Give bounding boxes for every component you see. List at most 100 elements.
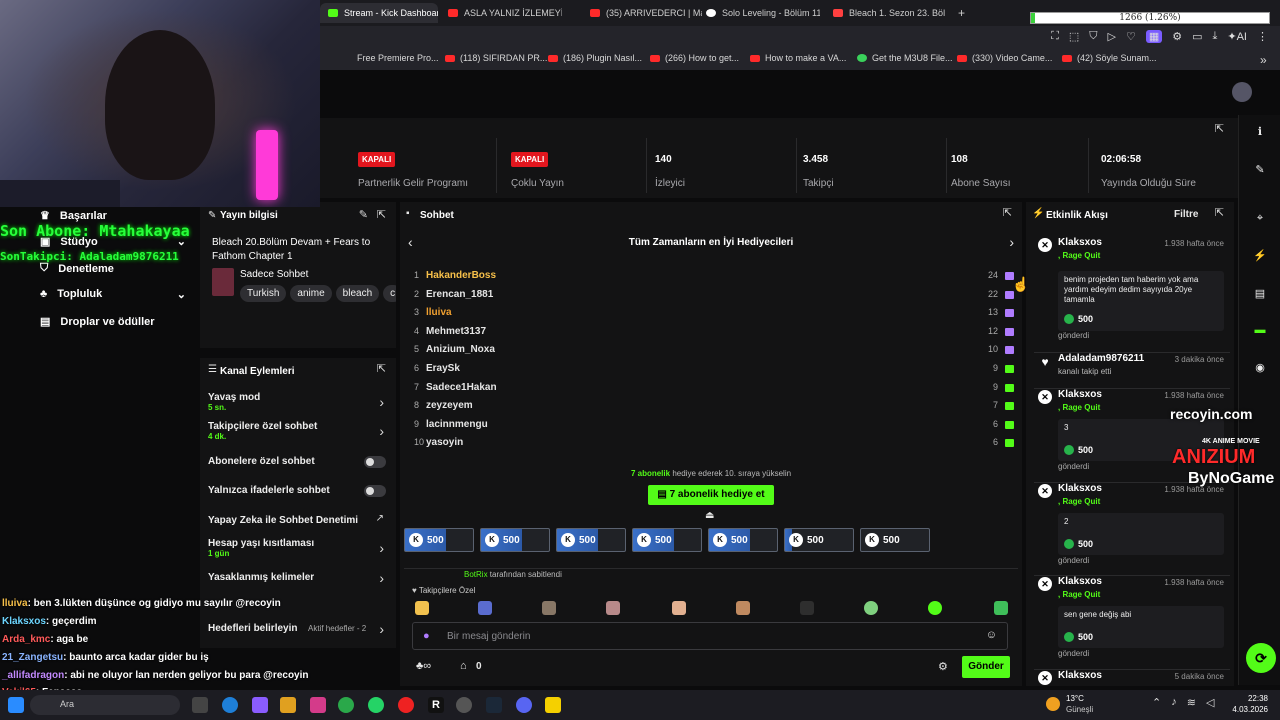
expand-icon[interactable]: ⇱ <box>1215 206 1224 219</box>
users-icon[interactable]: ♣∞ <box>416 660 431 672</box>
emote[interactable] <box>864 601 878 615</box>
edit-icon[interactable]: ✎ <box>1251 161 1269 179</box>
support-icon[interactable]: ⟳ <box>1246 643 1276 673</box>
bookmarks-more-button[interactable]: » <box>1260 53 1267 67</box>
bookmark-item[interactable]: (118) SIFIRDAN PR... <box>445 53 547 63</box>
gifter-row[interactable]: 2 Erencan_1881 22 <box>414 289 1014 305</box>
notes-icon[interactable] <box>545 697 561 713</box>
activity-user[interactable]: Klaksxos <box>1058 576 1102 587</box>
shield-icon[interactable]: ⛉ <box>1089 30 1097 43</box>
ai-moderation-row[interactable]: Yapay Zeka ile Sohbet Denetimi ↗ <box>208 513 396 531</box>
slow-mode-row[interactable]: Yavaş mod 5 sn. › <box>208 392 396 418</box>
subscribers-only-toggle[interactable] <box>364 456 386 468</box>
chevron-right-icon[interactable]: › <box>1009 234 1014 250</box>
info-icon[interactable]: ℹ <box>1251 123 1269 141</box>
activity-user[interactable]: Adaladam9876211 <box>1058 353 1144 364</box>
banned-words-row[interactable]: Yasaklanmış kelimeler › <box>208 570 396 588</box>
task-view-icon[interactable] <box>192 697 208 713</box>
emote[interactable] <box>800 601 814 615</box>
tag[interactable]: bleach <box>335 285 380 302</box>
goals-row[interactable]: Hedefleri belirleyin Aktif hedefler - 2 … <box>208 621 396 639</box>
instagram-icon[interactable] <box>310 697 326 713</box>
emote[interactable] <box>736 601 750 615</box>
followers-only-row[interactable]: Takipçilere özel sohbet 4 dk. › <box>208 421 396 447</box>
bolt-icon[interactable]: ⚡ <box>1251 247 1269 265</box>
account-age-row[interactable]: Hesap yaşı kısıtlaması 1 gün › <box>208 538 396 564</box>
emote[interactable] <box>478 601 492 615</box>
focus-icon[interactable]: ⌖ <box>1251 209 1269 227</box>
bookmark-item[interactable]: (186) Plugin Nasıl... <box>548 53 642 63</box>
gifter-row[interactable]: 8 zeyzeyem 7 <box>414 400 1014 416</box>
windows-start-icon[interactable] <box>8 697 24 713</box>
chat-input[interactable]: ● Bir mesaj gönderin ☺ <box>412 622 1008 650</box>
edge-icon[interactable] <box>222 697 238 713</box>
broadcast-icon[interactable]: ◉ <box>1251 359 1269 377</box>
send-button[interactable]: Gönder <box>962 656 1010 678</box>
emote[interactable] <box>928 601 942 615</box>
emote[interactable] <box>606 601 620 615</box>
tag[interactable]: Turkish <box>240 285 287 302</box>
kick-gift-tile[interactable]: K 500 <box>404 528 474 552</box>
bookmark-item[interactable]: Free Premiere Pro... <box>357 53 439 63</box>
bookmark-item[interactable]: (42) Söyle Sunam... <box>1062 53 1157 63</box>
puzzle-icon[interactable]: ⚙ <box>1172 30 1182 43</box>
gifter-row[interactable]: 10 yasoyin 6 <box>414 437 1014 453</box>
activity-user[interactable]: Klaksxos <box>1058 483 1102 494</box>
emote[interactable] <box>415 601 429 615</box>
gifter-row[interactable]: 7 Sadece1Hakan 9 <box>414 382 1014 398</box>
bookmark-item[interactable]: (330) Video Came... <box>957 53 1052 63</box>
whatsapp-icon[interactable] <box>368 697 384 713</box>
extension-active-icon[interactable]: ▦ <box>1145 30 1163 43</box>
volume-icon[interactable]: ◁ <box>1206 696 1214 709</box>
kick-gift-tile[interactable]: K 500 <box>556 528 626 552</box>
screenshot-icon[interactable]: ⛶ <box>1051 30 1059 43</box>
tab-bleach[interactable]: Bleach 1. Sezon 23. Bölüm <box>825 3 945 23</box>
obs-icon[interactable] <box>456 697 472 713</box>
file-explorer-icon[interactable] <box>280 697 296 713</box>
sidebar-item-community[interactable]: ♣ Topluluk ⌄ <box>40 288 186 301</box>
microphone-icon[interactable]: ♪ <box>1171 696 1177 709</box>
microphone-icon[interactable]: ● <box>423 630 430 642</box>
new-tab-button[interactable]: + <box>950 3 968 23</box>
activity-user[interactable]: Klaksxos <box>1058 670 1102 681</box>
crop-icon[interactable]: ⬚ <box>1069 30 1079 43</box>
kick-gift-tile[interactable]: K 500 <box>708 528 778 552</box>
avatar[interactable] <box>1232 82 1252 102</box>
sidebar-icon[interactable]: ▭ <box>1192 30 1202 43</box>
activity-user[interactable]: Klaksxos <box>1058 237 1102 248</box>
store-icon[interactable]: ⌂ <box>460 660 467 672</box>
taskbar-search[interactable]: Ara <box>30 695 180 715</box>
emote-only-toggle[interactable] <box>364 485 386 497</box>
tab-kick-dashboard[interactable]: Stream - Kick Dashboard <box>320 3 438 23</box>
download-icon[interactable]: ⤓ <box>1213 30 1218 43</box>
emote[interactable] <box>672 601 686 615</box>
heart-icon[interactable]: ♡ <box>1126 30 1136 43</box>
tab-youtube-2[interactable]: (35) ARRIVEDERCI | Mad <box>582 3 702 23</box>
chrome-icon[interactable] <box>338 697 354 713</box>
play-icon[interactable]: ▷ <box>1107 30 1115 43</box>
expand-icon[interactable]: ⇱ <box>1215 122 1224 135</box>
sidebar-item-drops[interactable]: ▤ Droplar ve ödüller <box>40 315 155 329</box>
gift-subs-button[interactable]: ▤ 7 abonelik hediye et <box>648 485 774 505</box>
bookmark-item[interactable]: How to make a VA... <box>750 53 846 63</box>
chevron-up-icon[interactable]: ⌃ <box>1152 696 1161 709</box>
edit-icon[interactable]: ✎ <box>359 208 368 221</box>
sidebar-item-moderation[interactable]: ⛉ Denetleme <box>40 262 114 275</box>
steam-icon[interactable] <box>486 697 502 713</box>
tab-solo-leveling[interactable]: Solo Leveling - Bölüm 11 <box>698 3 820 23</box>
discord-icon[interactable] <box>516 697 532 713</box>
expand-icon[interactable]: ⇱ <box>377 208 386 221</box>
emoji-icon[interactable]: ☺ <box>986 629 997 641</box>
kick-gift-tile[interactable]: K 500 <box>632 528 702 552</box>
bookmark-item[interactable]: Get the M3U8 File... <box>857 53 953 63</box>
tag[interactable]: anime <box>290 285 332 302</box>
sidebar-item-achievements[interactable]: ♛ Başarılar <box>40 209 107 223</box>
collapse-icon[interactable]: ⏏ <box>705 510 714 521</box>
gifter-row[interactable]: 9 lacinnmengu 6 <box>414 419 1014 435</box>
gifter-row[interactable]: 5 Anizium_Noxa 10 <box>414 344 1014 360</box>
emote[interactable] <box>994 601 1008 615</box>
tag[interactable]: c <box>383 285 396 302</box>
menu-icon[interactable]: ⋮ <box>1257 30 1268 43</box>
gifter-row[interactable]: 3 lluiva 13 <box>414 307 1014 323</box>
gifter-row[interactable]: 6 EraySk 9 <box>414 363 1014 379</box>
